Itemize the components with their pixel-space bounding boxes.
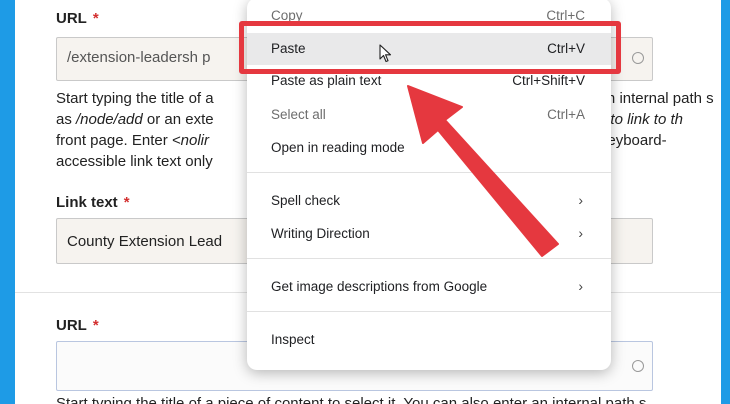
screenshot-border: URL * /extension-leadersh p Start typing … <box>0 0 730 404</box>
annotation-arrow <box>407 85 559 257</box>
edit-form-page: URL * /extension-leadersh p Start typing … <box>15 0 721 404</box>
